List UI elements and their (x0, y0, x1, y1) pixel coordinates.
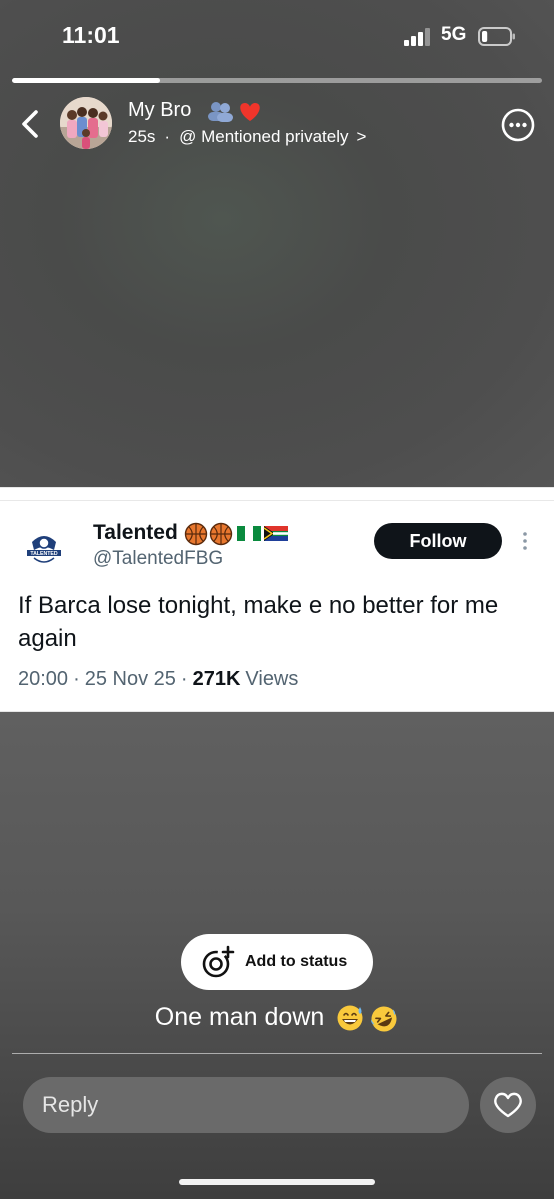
heart-icon (494, 1092, 522, 1118)
red-heart-icon (240, 103, 260, 121)
reply-divider (12, 1053, 542, 1054)
tweet-views-label: Views (245, 668, 299, 690)
add-status-icon (202, 945, 235, 978)
add-to-status-button[interactable]: Add to status (181, 934, 373, 990)
tweet-time: 20:00 (18, 668, 69, 690)
card-top-divider (0, 500, 554, 501)
like-button[interactable] (480, 1077, 536, 1133)
busts-in-silhouette-icon (208, 102, 233, 122)
story-background-top (0, 0, 554, 487)
meta-separator: · (180, 668, 188, 690)
story-meta[interactable]: 25s · @ Mentioned privately > (128, 127, 366, 147)
tweet-views-count: 271K (192, 668, 241, 690)
family-photo-icon (60, 97, 112, 149)
contact-avatar[interactable] (60, 97, 112, 149)
network-type: 5G (441, 24, 467, 45)
elapsed-time: 25s (128, 127, 156, 146)
talented-logo-text: TALENTED (30, 551, 58, 557)
home-indicator (179, 1179, 375, 1185)
tweet-author-handle[interactable]: @TalentedFBG (93, 548, 223, 570)
rolling-on-the-floor-laughing-icon (371, 1006, 397, 1032)
follow-button[interactable]: Follow (374, 523, 502, 559)
talented-logo-icon: TALENTED (27, 536, 61, 563)
reply-input[interactable] (23, 1077, 469, 1133)
basketball-icon (184, 522, 208, 546)
caption-text: One man down (154, 1003, 325, 1031)
grinning-face-with-sweat-icon (337, 1005, 363, 1031)
cellular-signal-icon (404, 28, 430, 46)
visibility-label: @ Mentioned privately (179, 127, 349, 146)
tweet-meta: 20:00 · 25 Nov 25 · 271K Views (18, 668, 298, 691)
story-progress-fill (12, 78, 161, 83)
chevron-right-icon: > (356, 127, 367, 146)
caption-emoji-icons (337, 1005, 397, 1032)
tweet-author-name[interactable]: Talented (93, 521, 178, 545)
story-progress-bar (12, 78, 542, 83)
tweet-date: 25 Nov 25 (84, 668, 176, 690)
meta-separator: · (73, 668, 80, 690)
battery-icon (478, 27, 515, 46)
meta-separator: · (164, 127, 171, 146)
flag-nigeria-icon (237, 526, 261, 541)
author-emoji-icons (184, 522, 288, 546)
status-time: 11:01 (62, 22, 120, 48)
basketball-icon (209, 522, 233, 546)
add-to-status-label: Add to status (245, 953, 348, 970)
tweet-text: If Barca lose tonight, make e no better … (18, 592, 499, 652)
name-emoji-icons (208, 102, 260, 122)
story-caption: One man down (0, 1003, 554, 1032)
more-options-icon[interactable] (501, 108, 535, 142)
flag-south-africa-icon (263, 526, 288, 541)
contact-name[interactable]: My Bro (128, 99, 191, 122)
back-arrow-icon[interactable] (18, 108, 44, 140)
vertical-dots-icon[interactable] (516, 530, 534, 552)
